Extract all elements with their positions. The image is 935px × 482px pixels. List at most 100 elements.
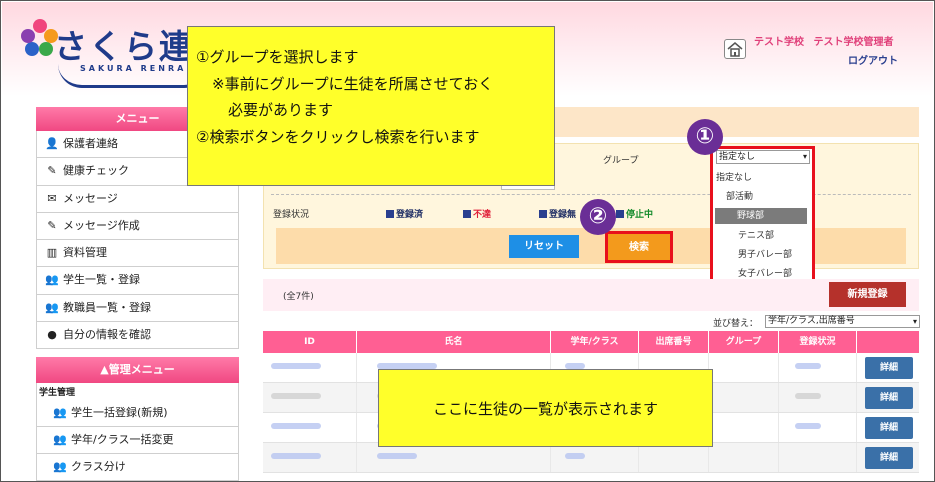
group-select-value: 指定なし [719, 152, 756, 162]
sidebar-item-messages[interactable]: ✉ メッセージ [36, 185, 239, 213]
sidebar-item-label: 資料管理 [63, 246, 107, 260]
column-header-id[interactable]: ID [263, 331, 357, 353]
sidebar-item-label: メッセージ [63, 191, 118, 205]
divider [271, 194, 911, 195]
column-header-status[interactable]: 登録状況 [779, 331, 857, 353]
chevron-down-icon: ▾ [802, 152, 807, 161]
group-icon: 👥 [53, 460, 67, 473]
column-header-number[interactable]: 出席番号 [639, 331, 709, 353]
instruction-callout: ①グループを選択します ※事前にグループに生徒を所属させておく 必要があります … [187, 26, 555, 186]
column-header-class[interactable]: 学年/クラス [551, 331, 639, 353]
detail-button[interactable]: 詳細 [865, 357, 913, 379]
section-label-student-management: 学生管理 [36, 383, 239, 400]
dropdown-option[interactable]: 指定なし [716, 170, 808, 186]
sidebar-item-label: 学生一覧・登録 [63, 273, 140, 287]
sidebar-item-compose-message[interactable]: ✎ メッセージ作成 [36, 212, 239, 241]
sidebar-item-label: メッセージ作成 [63, 218, 140, 232]
checkbox-undelivered[interactable]: 不達 [463, 207, 491, 220]
detail-button[interactable]: 詳細 [865, 417, 913, 439]
sidebar-item-label: 学年/クラス一括変更 [71, 433, 174, 446]
group-icon: 👥 [45, 273, 59, 287]
table-header: ID 氏名 学年/クラス 出席番号 グループ 登録状況 [263, 331, 919, 353]
sidebar-item-label: 教職員一覧・登録 [63, 300, 151, 314]
checkbox-checked-icon [539, 210, 547, 218]
chevron-down-icon: ▾ [912, 317, 917, 326]
user-info: テスト学校 テスト学校管理者 [754, 35, 893, 51]
books-icon: ▥ [46, 246, 58, 260]
checkbox-label: 停止中 [626, 210, 654, 220]
sidebar-item-staff[interactable]: 👥 教職員一覧・登録 [36, 294, 239, 323]
sidebar-admin-menu: ▲管理メニュー 学生管理 👥 学生一括登録(新規) 👥 学年/クラス一括変更 👥 クラ… [36, 357, 239, 481]
callout-line: ②検索ボタンをクリックし検索を行います [196, 127, 480, 146]
checkbox-label: 不達 [473, 210, 492, 220]
checkbox-label: 登録無 [549, 210, 577, 220]
edit-icon: ✎ [47, 218, 57, 232]
detail-button[interactable]: 詳細 [865, 447, 913, 469]
blurred-cell [565, 453, 585, 459]
detail-button[interactable]: 詳細 [865, 387, 913, 409]
logo-subtitle: SAKURA RENRA [80, 64, 187, 73]
list-callout: ここに生徒の一覧が表示されます [378, 369, 713, 447]
result-count: (全7件) [283, 292, 314, 302]
column-header-action [857, 331, 919, 353]
home-icon[interactable] [724, 39, 746, 59]
group-label: グループ [603, 156, 639, 166]
sidebar-item-label: 自分の情報を確認 [63, 328, 151, 342]
screen-frame: さくら連 SAKURA RENRA テスト学校 テスト学校管理者 ログアウト メ… [0, 0, 935, 482]
sidebar-item-label: 保護者連絡 [63, 137, 118, 150]
sort-select[interactable]: 学年/クラス,出席番号 ▾ [765, 315, 920, 328]
group-select[interactable]: 指定なし ▾ [716, 150, 810, 164]
person-icon: 👤 [45, 137, 59, 150]
blurred-cell [271, 453, 321, 459]
sidebar-item-label: 学生一括登録(新規) [71, 406, 168, 419]
group-icon: 👥 [45, 300, 59, 314]
reset-button[interactable]: リセット [509, 235, 579, 258]
admin-name: テスト学校管理者 [813, 37, 894, 48]
column-header-group[interactable]: グループ [709, 331, 779, 353]
new-register-button[interactable]: 新規登録 [829, 282, 906, 307]
checkbox-unregistered[interactable]: 登録無 [539, 207, 576, 220]
group-icon: 👥 [53, 406, 67, 419]
search-button[interactable]: 検索 [605, 231, 673, 263]
sidebar-item-documents[interactable]: ▥ 資料管理 [36, 240, 239, 268]
dropdown-option[interactable]: 男子バレー部 [716, 247, 808, 263]
checkbox-checked-icon [616, 210, 624, 218]
callout-line: ※事前にグループに生徒を所属させておく [212, 74, 494, 93]
sort-select-value: 学年/クラス,出席番号 [768, 316, 855, 326]
admin-menu-title[interactable]: ▲管理メニュー [36, 357, 239, 383]
sidebar-item-class-assign[interactable]: 👥 クラス分け [36, 454, 239, 481]
sidebar-item-label: クラス分け [71, 460, 126, 473]
blurred-cell [795, 393, 821, 399]
speech-bubble-icon: ● [47, 328, 57, 342]
sidebar-item-students[interactable]: 👥 学生一覧・登録 [36, 267, 239, 295]
checkbox-checked-icon [386, 210, 394, 218]
callout-line: ①グループを選択します [196, 48, 359, 66]
checkbox-registered[interactable]: 登録済 [386, 207, 423, 220]
checkbox-suspended[interactable]: 停止中 [616, 207, 653, 220]
sidebar-item-my-info[interactable]: ● 自分の情報を確認 [36, 322, 239, 350]
sort-label: 並び替え： [713, 319, 759, 329]
blurred-cell [271, 393, 321, 399]
step-2-badge: ② [580, 199, 616, 235]
logo-title: さくら連 [54, 27, 194, 66]
dropdown-option-selected[interactable]: 野球部 [715, 208, 807, 224]
logout-link[interactable]: ログアウト [848, 52, 898, 67]
blurred-cell [377, 453, 417, 459]
envelope-icon: ✉ [47, 191, 57, 205]
column-header-name[interactable]: 氏名 [357, 331, 551, 353]
blurred-cell [271, 363, 321, 369]
dropdown-option[interactable]: 部活動 [716, 189, 808, 205]
checkbox-label: 登録済 [396, 210, 424, 220]
pen-icon: ✎ [47, 164, 57, 178]
blurred-cell [271, 423, 321, 429]
sidebar-item-bulk-register[interactable]: 👥 学生一括登録(新規) [36, 400, 239, 427]
group-icon: 👥 [53, 433, 67, 446]
callout-line: 必要があります [228, 101, 334, 119]
sidebar-item-bulk-class-change[interactable]: 👥 学年/クラス一括変更 [36, 427, 239, 454]
step-1-badge: ① [687, 119, 723, 155]
blurred-cell [795, 363, 821, 369]
result-bar [263, 279, 919, 311]
sidebar-item-label: 健康チェック [63, 164, 129, 178]
blurred-cell [795, 423, 821, 429]
dropdown-option[interactable]: テニス部 [716, 228, 808, 244]
